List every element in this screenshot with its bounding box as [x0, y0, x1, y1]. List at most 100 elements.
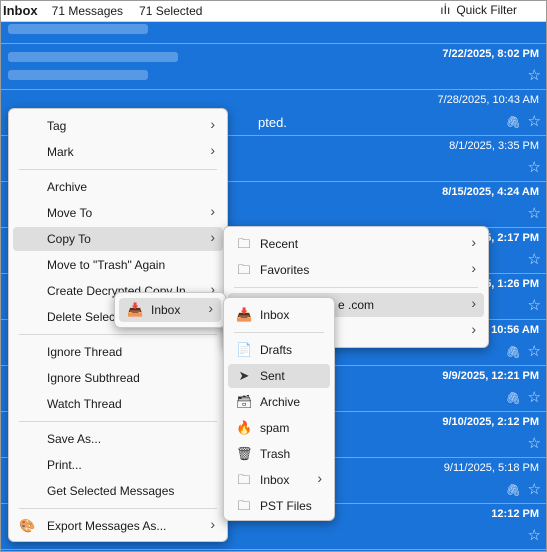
folder-icon: 🗀: [237, 236, 251, 251]
menu-item-label: Get Selected Messages: [47, 484, 175, 498]
row-date: 5, 2:17 PM: [485, 232, 539, 244]
menu-item-label: Ignore Subthread: [47, 371, 140, 385]
star-icon[interactable]: ☆: [528, 298, 541, 313]
menu-item-save-as[interactable]: Save As...: [13, 427, 223, 451]
menu-separator: [19, 169, 217, 170]
folder-icon: 🗀: [237, 262, 251, 277]
menu-separator: [234, 287, 478, 288]
spam-icon: 🔥: [236, 420, 253, 435]
row-date: 5, 1:26 PM: [485, 278, 539, 290]
menu-item-ignore-thread[interactable]: Ignore Thread: [13, 340, 223, 364]
row-date: 7/22/2025, 8:02 PM: [442, 48, 539, 60]
menu-item-label: Move To: [47, 206, 93, 220]
menu-item-label: Save As...: [47, 432, 102, 446]
folders-submenu: 📥 Inbox 📄 Drafts ➤ Sent 🗃 Archive 🔥 spam 🗑 Tra…: [223, 297, 335, 521]
paperclip-icon: 🖇: [505, 115, 521, 129]
menu-item-label: Trash: [260, 447, 291, 461]
table-row[interactable]: 7/22/2025, 8:02 PM ☆: [0, 44, 547, 90]
star-icon[interactable]: ☆: [528, 114, 541, 129]
menu-item-label: e .com: [338, 298, 375, 312]
menu-item-drafts[interactable]: 📄 Drafts: [228, 338, 330, 362]
star-icon[interactable]: ☆: [528, 482, 541, 497]
drafts-icon: 📄: [236, 342, 253, 357]
menu-item-label: Watch Thread: [47, 397, 122, 411]
menu-item-label: Archive: [260, 395, 301, 409]
menu-item-watch-thread[interactable]: Watch Thread: [13, 392, 223, 416]
row-date: 8/15/2025, 4:24 AM: [442, 186, 539, 198]
menu-item-label: Tag: [47, 119, 67, 133]
menu-item-label: Copy To: [47, 232, 91, 246]
inbox-icon: 📥: [127, 302, 144, 317]
menu-item-label: Inbox: [260, 308, 290, 322]
menu-separator: [234, 332, 324, 333]
star-icon[interactable]: ☆: [528, 68, 541, 83]
menu-item-mark[interactable]: Mark ›: [13, 140, 223, 164]
row-subject: pted.: [258, 115, 287, 130]
chevron-right-icon: ›: [210, 516, 215, 532]
folder-icon: 🗀: [237, 472, 251, 487]
row-date: 7/28/2025, 10:43 AM: [437, 94, 539, 106]
chevron-right-icon: ›: [210, 142, 215, 158]
paperclip-icon: 🖇: [505, 345, 521, 359]
menu-item-recent[interactable]: 🗀 Recent ›: [228, 232, 484, 256]
star-icon[interactable]: ☆: [528, 436, 541, 451]
archive-icon: 🗃: [236, 394, 253, 409]
menu-item-label: Archive: [47, 180, 88, 194]
chevron-right-icon: ›: [471, 260, 476, 276]
menu-item-label: Inbox: [260, 473, 290, 487]
menu-item-favorites[interactable]: 🗀 Favorites ›: [228, 258, 484, 282]
chevron-right-icon: ›: [210, 203, 215, 219]
menu-item-archive[interactable]: Archive: [13, 175, 223, 199]
menu-item-label: Inbox: [151, 303, 181, 317]
menu-item-print[interactable]: Print...: [13, 453, 223, 477]
menu-item-label: spam: [260, 421, 290, 435]
menu-item-export[interactable]: 🎨 Export Messages As... ›: [13, 514, 223, 538]
star-icon[interactable]: ☆: [528, 252, 541, 267]
menu-item-inbox-sub[interactable]: 🗀 Inbox ›: [228, 468, 330, 492]
menu-item-label: Sent: [260, 369, 285, 383]
menu-separator: [19, 421, 217, 422]
menu-item-tag[interactable]: Tag ›: [13, 114, 223, 138]
star-icon[interactable]: ☆: [528, 528, 541, 543]
menu-item-inbox-popup[interactable]: 📥 Inbox ›: [119, 298, 221, 322]
row-date: 8/1/2025, 3:35 PM: [449, 140, 539, 152]
row-date: 9/9/2025, 12:21 PM: [442, 370, 539, 382]
star-icon[interactable]: ☆: [528, 160, 541, 175]
send-icon: ➤: [238, 368, 250, 383]
export-icon: 🎨: [19, 518, 36, 533]
folder-icon: 🗀: [237, 498, 251, 513]
chevron-right-icon: ›: [317, 470, 322, 486]
menu-item-spam[interactable]: 🔥 spam: [228, 416, 330, 440]
menu-item-copy-to[interactable]: Copy To ›: [13, 227, 223, 251]
row-date: 12:12 PM: [491, 508, 539, 520]
inbox-popup: 📥 Inbox ›: [114, 292, 226, 328]
menu-item-label: Ignore Thread: [47, 345, 123, 359]
menu-item-label: Drafts: [260, 343, 293, 357]
redacted-subject: [8, 24, 148, 34]
trash-icon: 🗑: [236, 446, 253, 461]
menu-item-ignore-subthread[interactable]: Ignore Subthread: [13, 366, 223, 390]
menu-item-inbox[interactable]: 📥 Inbox: [228, 303, 330, 327]
paperclip-icon: 🖇: [505, 391, 521, 405]
menu-item-label: Export Messages As...: [47, 519, 167, 533]
chevron-right-icon: ›: [471, 321, 476, 337]
menu-item-label: Favorites: [260, 263, 310, 277]
star-icon[interactable]: ☆: [528, 390, 541, 405]
chevron-right-icon: ›: [208, 300, 213, 316]
menu-item-trash[interactable]: 🗑 Trash: [228, 442, 330, 466]
chevron-right-icon: ›: [210, 229, 215, 245]
redacted-sender: [8, 52, 178, 62]
menu-item-move-to[interactable]: Move To ›: [13, 201, 223, 225]
chevron-right-icon: ›: [471, 234, 476, 250]
menu-item-archive-folder[interactable]: 🗃 Archive: [228, 390, 330, 414]
menu-item-sent[interactable]: ➤ Sent: [228, 364, 330, 388]
menu-item-get-selected[interactable]: Get Selected Messages: [13, 479, 223, 503]
menu-item-pst-files[interactable]: 🗀 PST Files: [228, 494, 330, 518]
table-row[interactable]: [0, 0, 547, 44]
chevron-right-icon: ›: [471, 295, 476, 311]
star-icon[interactable]: ☆: [528, 344, 541, 359]
star-icon[interactable]: ☆: [528, 206, 541, 221]
redacted-subject: [8, 70, 148, 80]
menu-item-move-to-trash[interactable]: Move to "Trash" Again: [13, 253, 223, 277]
menu-item-label: Mark: [47, 145, 74, 159]
